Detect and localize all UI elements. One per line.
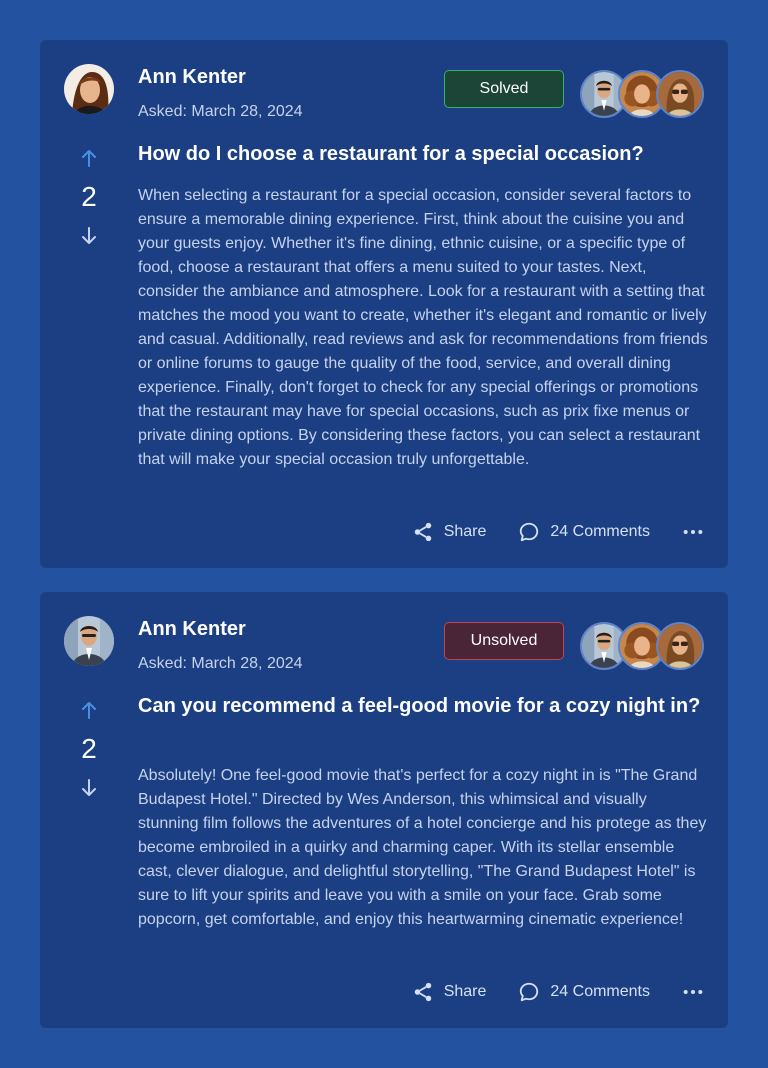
status-badge: Unsolved: [444, 622, 564, 660]
more-options-button[interactable]: [682, 521, 704, 543]
woman-sunglasses-avatar-icon: [658, 624, 702, 668]
downvote-arrow-icon[interactable]: [77, 224, 101, 248]
participant-avatar[interactable]: [656, 70, 704, 118]
question-title[interactable]: How do I choose a restaurant for a speci…: [138, 140, 708, 168]
share-label: Share: [443, 523, 487, 540]
question-card: Ann Kenter Asked: March 28, 2024 Unsolve…: [40, 592, 728, 1028]
man-in-suit-avatar-icon: [64, 616, 114, 666]
status-badge: Solved: [444, 70, 564, 108]
author-name[interactable]: Ann Kenter: [138, 66, 246, 89]
vote-controls: 2: [64, 146, 114, 248]
question-title[interactable]: Can you recommend a feel-good movie for …: [138, 692, 708, 720]
more-dots-icon: [683, 989, 703, 995]
participant-avatars: [580, 622, 706, 670]
woman-portrait-avatar-icon: [64, 64, 114, 114]
comment-bubble-icon: [518, 521, 540, 543]
downvote-arrow-icon[interactable]: [77, 776, 101, 800]
more-dots-icon: [683, 529, 703, 535]
vote-count: 2: [81, 181, 97, 212]
comments-label: 24 Comments: [550, 983, 650, 1000]
share-icon: [412, 981, 434, 1003]
share-button[interactable]: Share: [412, 521, 487, 543]
question-actions: Share 24 Comments: [412, 518, 704, 546]
woman-sunglasses-avatar-icon: [658, 72, 702, 116]
author-avatar[interactable]: [64, 616, 114, 666]
question-body: Absolutely! One feel-good movie that's p…: [138, 767, 707, 928]
author-avatar[interactable]: [64, 64, 114, 114]
share-label: Share: [443, 983, 487, 1000]
comments-button[interactable]: 24 Comments: [518, 521, 650, 543]
question-feed: Ann Kenter Asked: March 28, 2024 Solved …: [40, 40, 728, 1052]
comments-label: 24 Comments: [550, 523, 650, 540]
comment-bubble-icon: [518, 981, 540, 1003]
participant-avatars: [580, 70, 706, 118]
upvote-arrow-icon[interactable]: [77, 146, 101, 170]
upvote-arrow-icon[interactable]: [77, 698, 101, 722]
comments-button[interactable]: 24 Comments: [518, 981, 650, 1003]
asked-date: Asked: March 28, 2024: [138, 655, 303, 672]
vote-count: 2: [81, 733, 97, 764]
participant-avatar[interactable]: [656, 622, 704, 670]
share-icon: [412, 521, 434, 543]
asked-date: Asked: March 28, 2024: [138, 103, 303, 120]
share-button[interactable]: Share: [412, 981, 487, 1003]
author-name[interactable]: Ann Kenter: [138, 618, 246, 641]
vote-controls: 2: [64, 698, 114, 800]
question-body: When selecting a restaurant for a specia…: [138, 187, 708, 468]
more-options-button[interactable]: [682, 981, 704, 1003]
question-actions: Share 24 Comments: [412, 978, 704, 1006]
question-card: Ann Kenter Asked: March 28, 2024 Solved …: [40, 40, 728, 568]
